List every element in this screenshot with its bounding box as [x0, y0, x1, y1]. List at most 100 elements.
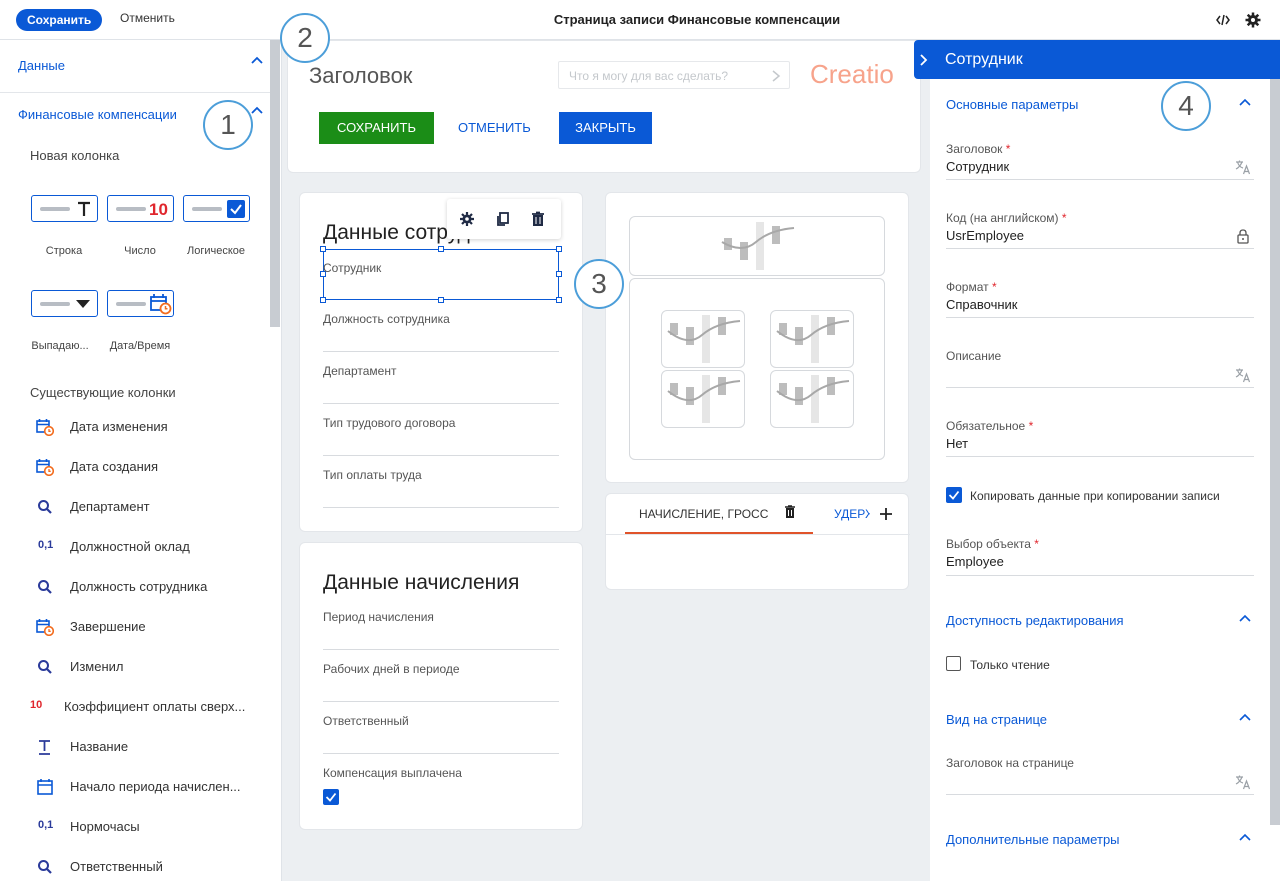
field-pay-type[interactable]: Тип оплаты труда [323, 468, 422, 482]
creatio-logo: Creatio [810, 59, 894, 89]
field-responsible[interactable]: Ответственный [323, 714, 409, 728]
translate-icon[interactable] [1235, 159, 1251, 175]
field-accrual-period[interactable]: Период начисления [323, 610, 434, 624]
divider [0, 92, 270, 93]
translate-icon[interactable] [1235, 367, 1251, 383]
column-item[interactable]: Начало периода начислен... [36, 777, 266, 797]
copy-data-checkbox[interactable] [946, 487, 962, 503]
cancel-button[interactable]: ОТМЕНИТЬ [458, 120, 531, 135]
chevron-up-icon[interactable] [1238, 711, 1252, 725]
field-position[interactable]: Должность сотрудника [323, 312, 450, 326]
column-label: Коэффициент оплаты сверх... [64, 699, 246, 714]
chevron-up-icon[interactable] [250, 104, 264, 118]
type-string-tile[interactable] [31, 195, 98, 222]
resize-handle[interactable] [556, 297, 562, 303]
header-card[interactable]: Заголовок Что я могу для вас сделать? Cr… [287, 40, 921, 173]
readonly-checkbox[interactable] [946, 656, 961, 671]
translate-icon[interactable] [1235, 774, 1251, 790]
resize-handle[interactable] [438, 246, 444, 252]
resize-handle[interactable] [320, 297, 326, 303]
close-button[interactable]: ЗАКРЫТЬ [559, 112, 652, 144]
save-button[interactable]: СОХРАНИТЬ [319, 112, 434, 144]
search-input[interactable]: Что я могу для вас сделать? [558, 61, 790, 89]
type-dropdown-tile[interactable] [31, 290, 98, 317]
field-underline [946, 179, 1254, 180]
left-scrollbar[interactable] [270, 40, 280, 327]
column-item[interactable]: Дата создания [36, 457, 266, 477]
trash-icon[interactable] [784, 505, 796, 519]
existing-columns-heading: Существующие колонки [30, 385, 176, 400]
resize-handle[interactable] [438, 297, 444, 303]
column-item[interactable]: Ответственный [36, 857, 266, 877]
column-item[interactable]: 0,1 Нормочасы [36, 817, 266, 837]
widget-placeholder[interactable] [661, 310, 745, 368]
header-title[interactable]: Заголовок [309, 63, 412, 89]
column-item[interactable]: 10 Коэффициент оплаты сверх... [30, 697, 266, 717]
checkbox-icon [227, 200, 245, 218]
chevron-right-icon[interactable] [920, 54, 928, 66]
type-boolean-tile[interactable] [183, 195, 250, 222]
type-datetime-tile[interactable] [107, 290, 174, 317]
widget-placeholder[interactable] [770, 310, 854, 368]
copy-data-label[interactable]: Копировать данные при копировании записи [970, 489, 1220, 503]
chevron-up-icon[interactable] [1238, 612, 1252, 626]
element-toolbar [447, 199, 561, 239]
widget-area[interactable] [605, 192, 909, 483]
section-main-params[interactable]: Основные параметры [946, 97, 1078, 112]
accrual-data-group[interactable]: Данные начисления Период начисления Рабо… [299, 542, 583, 830]
field-department[interactable]: Департамент [323, 364, 396, 378]
top-bar: Сохранить Отменить Страница записи Финан… [0, 0, 1280, 40]
title-input[interactable]: Сотрудник [946, 159, 1009, 174]
field-underline[interactable] [946, 794, 1254, 795]
tab-gross-accrual[interactable]: НАЧИСЛЕНИЕ, ГРОСС [639, 507, 768, 521]
callout-4: 4 [1161, 81, 1211, 131]
resize-handle[interactable] [556, 246, 562, 252]
section-extra-params[interactable]: Дополнительные параметры [946, 832, 1120, 847]
section-object[interactable]: Финансовые компенсации [18, 107, 177, 122]
employee-data-group[interactable]: Данные сотрудника Сотрудник Должность со… [299, 192, 583, 532]
copy-icon[interactable] [495, 211, 511, 227]
column-label: Изменил [70, 659, 124, 674]
trash-icon[interactable] [530, 211, 546, 227]
field-employee[interactable]: Сотрудник [323, 261, 381, 275]
widget-placeholder[interactable] [661, 370, 745, 428]
section-data[interactable]: Данные [18, 58, 65, 73]
column-item[interactable]: Завершение [36, 617, 266, 637]
chevron-up-icon[interactable] [1238, 831, 1252, 845]
tab-deductions[interactable]: УДЕРЖ [834, 507, 870, 521]
text-icon [78, 201, 90, 216]
resize-handle[interactable] [320, 246, 326, 252]
code-input[interactable]: UsrEmployee [946, 228, 1024, 243]
readonly-label[interactable]: Только чтение [970, 658, 1050, 672]
widget-placeholder[interactable] [770, 370, 854, 428]
field-underline[interactable] [946, 387, 1254, 388]
gear-icon[interactable] [1244, 11, 1262, 29]
gear-icon[interactable] [459, 211, 475, 227]
column-item[interactable]: Должность сотрудника [36, 577, 266, 597]
column-item[interactable]: Дата изменения [36, 417, 266, 437]
field-working-days[interactable]: Рабочих дней в периоде [323, 662, 460, 676]
column-item[interactable]: Изменил [36, 657, 266, 677]
compensation-paid-checkbox[interactable] [323, 789, 339, 805]
field-compensation-paid[interactable]: Компенсация выплачена [323, 766, 462, 780]
section-page-view[interactable]: Вид на странице [946, 712, 1047, 727]
type-dropdown-label: Выпадаю... [31, 340, 89, 352]
required-select[interactable]: Нет [946, 436, 968, 451]
resize-handle[interactable] [556, 271, 562, 277]
section-edit-access[interactable]: Доступность редактирования [946, 613, 1124, 628]
column-item[interactable]: Название [36, 737, 266, 757]
plus-icon[interactable] [879, 507, 893, 521]
code-icon[interactable] [1214, 11, 1232, 29]
object-select[interactable]: Employee [946, 554, 1004, 569]
type-datetime-label: Дата/Время [109, 340, 171, 352]
chevron-up-icon[interactable] [1238, 96, 1252, 110]
right-scrollbar[interactable] [1270, 79, 1280, 825]
column-item[interactable]: 0,1 Должностной оклад [36, 537, 266, 557]
widget-placeholder[interactable] [629, 216, 885, 276]
type-number-tile[interactable]: 10 [107, 195, 174, 222]
widget-placeholder[interactable] [629, 278, 885, 460]
format-select[interactable]: Справочник [946, 297, 1018, 312]
chevron-up-icon[interactable] [250, 54, 264, 68]
field-contract-type[interactable]: Тип трудового договора [323, 416, 455, 430]
column-item[interactable]: Департамент [36, 497, 266, 517]
